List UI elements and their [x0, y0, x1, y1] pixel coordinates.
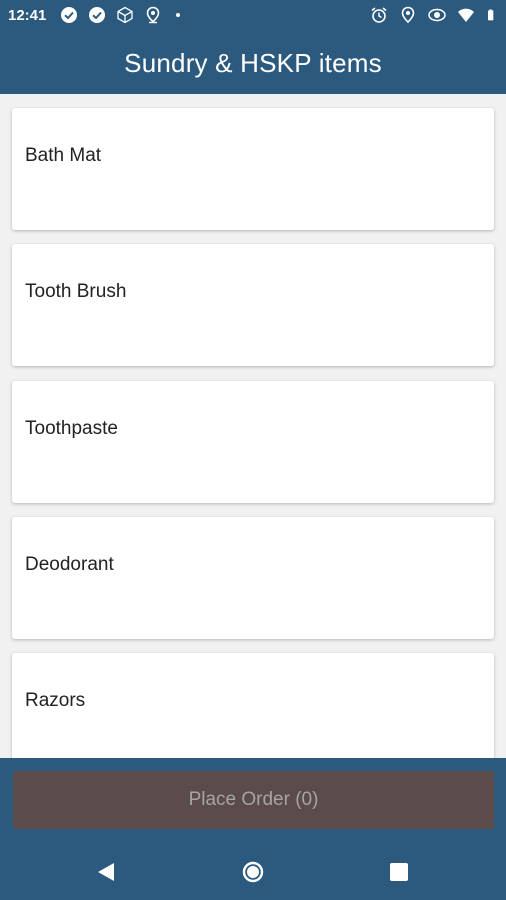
cube-icon — [117, 6, 133, 24]
home-icon[interactable] — [241, 860, 265, 884]
item-label: Tooth Brush — [25, 281, 127, 302]
list-item[interactable]: Bath Mat — [12, 108, 494, 230]
list-item[interactable]: Tooth Brush — [12, 244, 494, 366]
status-time: 12:41 — [8, 7, 47, 24]
wifi-icon — [458, 8, 474, 22]
system-icons — [370, 6, 498, 24]
list-item[interactable]: Deodorant — [12, 517, 494, 639]
check-circle-icon — [89, 7, 105, 23]
recents-icon[interactable] — [387, 860, 411, 884]
item-label: Toothpaste — [25, 418, 118, 439]
navigation-bar — [0, 842, 506, 900]
list-item[interactable]: Toothpaste — [12, 381, 494, 503]
location-icon — [401, 6, 415, 24]
battery-icon — [488, 9, 494, 21]
item-label: Bath Mat — [25, 145, 102, 166]
notification-icons — [60, 6, 180, 24]
list-item[interactable]: Razors — [12, 653, 494, 758]
location-icon — [146, 6, 160, 24]
eye-icon — [428, 8, 446, 22]
place-order-label: Place Order (0) — [188, 789, 319, 810]
place-order-button[interactable]: Place Order (0) — [13, 771, 494, 829]
item-label: Deodorant — [25, 554, 114, 575]
back-icon[interactable] — [94, 860, 118, 884]
check-circle-icon — [61, 7, 77, 23]
status-bar: 12:41 — [0, 0, 506, 32]
item-label: Razors — [25, 690, 86, 711]
dot-icon — [176, 13, 180, 17]
items-list[interactable]: Bath Mat Tooth Brush Toothpaste Deodoran… — [0, 94, 506, 758]
alarm-icon — [371, 7, 387, 23]
page-title: Sundry & HSKP items — [124, 48, 382, 78]
app-bar: Sundry & HSKP items — [0, 32, 506, 94]
